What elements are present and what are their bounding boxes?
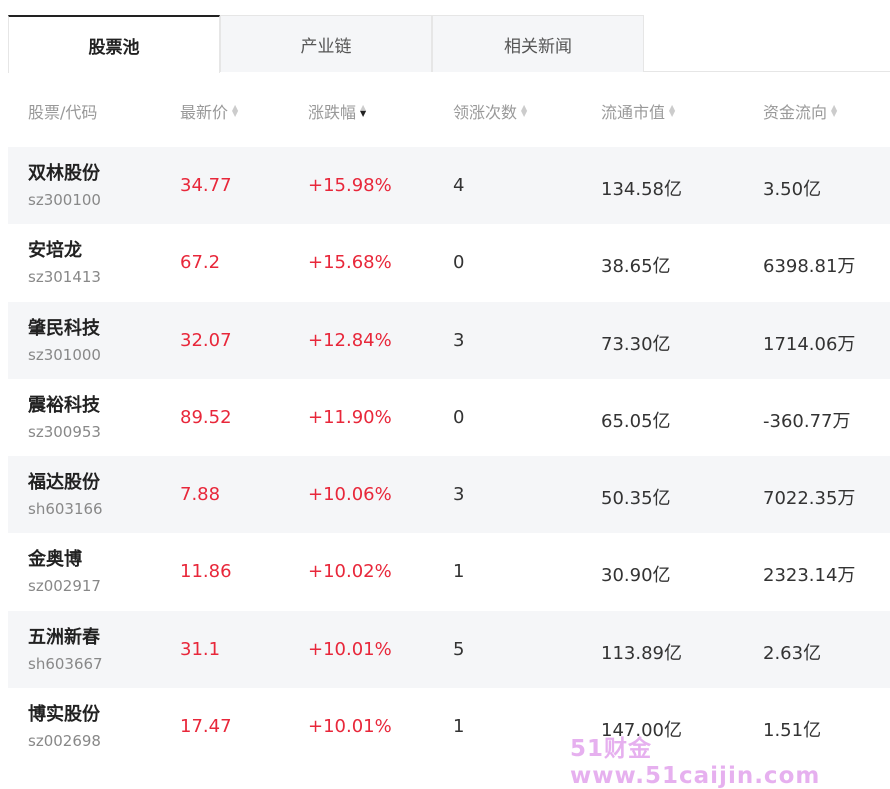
table-row[interactable]: 福达股份 sh603166 7.88 +10.06% 3 50.35亿 7022… bbox=[8, 456, 890, 534]
watermark: 51财金www.51caijin.com bbox=[570, 736, 821, 789]
stock-name[interactable]: 福达股份 bbox=[28, 468, 100, 494]
stock-code: sz002698 bbox=[28, 732, 101, 751]
stock-table: 双林股份 sz300100 34.77 +15.98% 4 134.58亿 3.… bbox=[8, 147, 890, 765]
col-header-fund-flow-label: 资金流向 bbox=[763, 103, 828, 122]
latest-price: 11.86 bbox=[180, 561, 232, 583]
tab-bar: 股票池 产业链 相关新闻 bbox=[8, 15, 890, 73]
change-percent: +15.98% bbox=[308, 175, 392, 196]
stock-code: sh603667 bbox=[28, 654, 103, 673]
stock-name[interactable]: 五洲新春 bbox=[28, 623, 100, 649]
stock-name[interactable]: 博实股份 bbox=[28, 700, 100, 726]
stock-code: sz300100 bbox=[28, 191, 101, 209]
table-header: 股票/代码 最新价 ▲ ▼ 涨跌幅 ▲ ▼ 领涨次数 ▲ ▼ 流通市值 ▲ ▼ 资金流向… bbox=[8, 75, 890, 143]
stock-code: sz301000 bbox=[28, 345, 101, 364]
limit-count: 1 bbox=[453, 561, 465, 583]
stock-name[interactable]: 安培龙 bbox=[28, 236, 82, 262]
table-row[interactable]: 肇民科技 sz301000 32.07 +12.84% 3 73.30亿 171… bbox=[8, 301, 890, 379]
latest-price: 34.77 bbox=[180, 175, 232, 196]
table-row[interactable]: 五洲新春 sh603667 31.1 +10.01% 5 113.89亿 2.6… bbox=[8, 610, 890, 689]
change-percent: +10.01% bbox=[308, 638, 392, 660]
stock-name[interactable]: 肇民科技 bbox=[28, 314, 100, 340]
stock-name[interactable]: 双林股份 bbox=[28, 159, 100, 185]
sort-icon: ▲ ▼ bbox=[521, 103, 528, 118]
float-cap: 50.35亿 bbox=[601, 488, 671, 510]
tab-industry-chain[interactable]: 产业链 bbox=[220, 15, 432, 72]
change-percent: +15.68% bbox=[308, 252, 392, 274]
tab-stock-pool[interactable]: 股票池 bbox=[8, 15, 220, 73]
sort-icon: ▲ ▼ bbox=[669, 103, 676, 118]
float-cap: 30.90亿 bbox=[601, 565, 671, 587]
limit-count: 0 bbox=[453, 252, 465, 274]
col-header-limit-count-label: 领涨次数 bbox=[453, 103, 518, 122]
latest-price: 31.1 bbox=[180, 638, 221, 660]
tab-related-news[interactable]: 相关新闻 bbox=[432, 15, 644, 72]
stock-code: sz300953 bbox=[28, 422, 101, 441]
latest-price: 89.52 bbox=[180, 406, 232, 428]
table-row[interactable]: 安培龙 sz301413 67.2 +15.68% 0 38.65亿 6398.… bbox=[8, 224, 890, 301]
change-percent: +10.06% bbox=[308, 484, 392, 506]
sort-desc-icon: ▲ ▼ bbox=[360, 103, 367, 118]
stock-name[interactable]: 震裕科技 bbox=[28, 391, 100, 417]
fund-flow: 7022.35万 bbox=[763, 488, 856, 510]
col-header-price-label: 最新价 bbox=[180, 103, 229, 122]
stock-name[interactable]: 金奥博 bbox=[28, 545, 82, 571]
col-header-change[interactable]: 涨跌幅 ▲ ▼ bbox=[308, 99, 366, 123]
change-percent: +12.84% bbox=[308, 329, 392, 351]
fund-flow: 1714.06万 bbox=[763, 333, 856, 355]
limit-count: 0 bbox=[453, 406, 465, 428]
latest-price: 67.2 bbox=[180, 252, 221, 274]
col-header-float-cap-label: 流通市值 bbox=[601, 103, 666, 122]
stock-code: sz002917 bbox=[28, 577, 101, 596]
fund-flow: -360.77万 bbox=[763, 410, 851, 432]
col-header-float-cap[interactable]: 流通市值 ▲ ▼ bbox=[601, 99, 675, 123]
float-cap: 38.65亿 bbox=[601, 256, 671, 278]
latest-price: 32.07 bbox=[180, 329, 232, 351]
col-header-limit-count[interactable]: 领涨次数 ▲ ▼ bbox=[453, 99, 527, 123]
change-percent: +10.02% bbox=[308, 561, 392, 583]
float-cap: 65.05亿 bbox=[601, 410, 671, 432]
stock-code: sz301413 bbox=[28, 268, 101, 287]
table-row[interactable]: 震裕科技 sz300953 89.52 +11.90% 0 65.05亿 -36… bbox=[8, 379, 890, 456]
sort-icon: ▲ ▼ bbox=[232, 103, 239, 118]
fund-flow: 2323.14万 bbox=[763, 565, 856, 587]
float-cap: 113.89亿 bbox=[601, 642, 682, 664]
col-header-fund-flow[interactable]: 资金流向 ▲ ▼ bbox=[763, 99, 837, 123]
limit-count: 1 bbox=[453, 716, 465, 738]
float-cap: 134.58亿 bbox=[601, 179, 682, 200]
change-percent: +11.90% bbox=[308, 406, 392, 428]
col-header-change-label: 涨跌幅 bbox=[308, 103, 357, 122]
limit-count: 3 bbox=[453, 329, 465, 351]
latest-price: 17.47 bbox=[180, 716, 232, 738]
col-header-price[interactable]: 最新价 ▲ ▼ bbox=[180, 99, 238, 123]
col-header-name: 股票/代码 bbox=[28, 99, 97, 123]
table-row[interactable]: 双林股份 sz300100 34.77 +15.98% 4 134.58亿 3.… bbox=[8, 147, 890, 225]
table-row[interactable]: 金奥博 sz002917 11.86 +10.02% 1 30.90亿 2323… bbox=[8, 533, 890, 610]
col-header-name-label: 股票/代码 bbox=[28, 103, 98, 122]
limit-count: 3 bbox=[453, 484, 465, 506]
latest-price: 7.88 bbox=[180, 484, 221, 506]
limit-count: 5 bbox=[453, 638, 465, 660]
fund-flow: 2.63亿 bbox=[763, 642, 822, 664]
fund-flow: 6398.81万 bbox=[763, 256, 856, 278]
change-percent: +10.01% bbox=[308, 716, 392, 738]
float-cap: 73.30亿 bbox=[601, 333, 671, 355]
stock-code: sh603166 bbox=[28, 500, 103, 519]
sort-icon: ▲ ▼ bbox=[831, 103, 838, 118]
fund-flow: 3.50亿 bbox=[763, 179, 822, 200]
limit-count: 4 bbox=[453, 175, 465, 196]
